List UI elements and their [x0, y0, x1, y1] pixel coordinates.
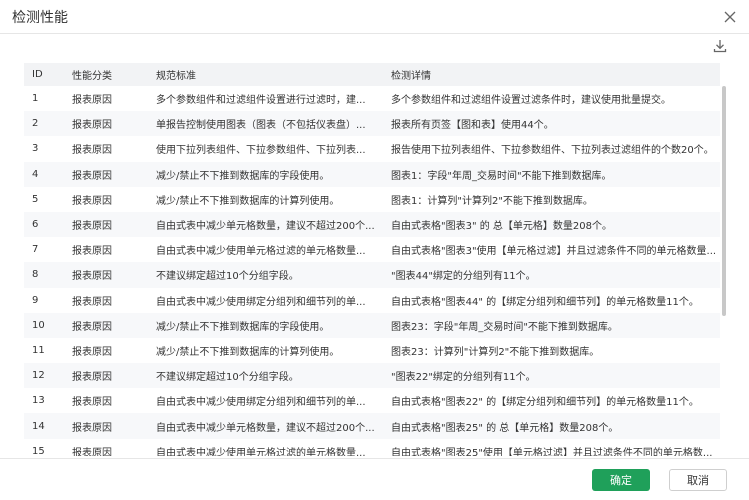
column-header-category: 性能分类	[72, 71, 112, 82]
table-row[interactable]: 8 报表原因 不建议绑定超过10个分组字段。 "图表44"绑定的分组列有11个。	[24, 262, 720, 288]
cell-detail: 自由式表格"图表25" 的 总【单元格】数量208个。	[391, 422, 619, 434]
cell-standard: 使用下拉列表组件、下拉参数组件、下拉列表...	[156, 145, 366, 157]
cell-id: 9	[32, 294, 39, 306]
cell-standard: 自由式表中减少使用单元格过滤的单元格数量...	[156, 246, 366, 258]
table-header-row: ID 性能分类 规范标准 检测详情	[24, 63, 720, 86]
cell-category: 报表原因	[72, 422, 112, 434]
cell-id: 4	[32, 168, 39, 180]
dialog-title: 检测性能	[12, 10, 68, 26]
cell-detail: 自由式表格"图表44" 的【绑定分组列和细节列】的单元格数量11个。	[391, 296, 699, 308]
dialog-footer: 确定 取消	[0, 458, 749, 500]
cell-standard: 自由式表中减少使用绑定分组列和细节列的单...	[156, 397, 366, 409]
cell-category: 报表原因	[72, 246, 112, 258]
cell-standard: 减少/禁止不下推到数据库的字段使用。	[156, 321, 330, 333]
cell-detail: 多个参数组件和过滤组件设置过滤条件时，建议使用批量提交。	[391, 95, 671, 107]
table-row[interactable]: 2 报表原因 单报告控制使用图表（图表（不包括仪表盘）... 报表所有页签【图和表】使…	[24, 111, 720, 137]
table-row[interactable]: 15 报表原因 自由式表中减少使用单元格过滤的单元格数量... 自由式表格"图表25"…	[24, 439, 720, 456]
download-icon[interactable]	[710, 36, 730, 56]
column-header-standard: 规范标准	[156, 71, 196, 82]
table-row[interactable]: 5 报表原因 减少/禁止不下推到数据库的计算列使用。 图表1：计算列"计算列2"不能下…	[24, 187, 720, 212]
cell-category: 报表原因	[72, 296, 112, 308]
cell-category: 报表原因	[72, 95, 112, 107]
cell-category: 报表原因	[72, 397, 112, 409]
cell-detail: 报表所有页签【图和表】使用44个。	[391, 120, 554, 132]
cell-detail: 自由式表格"图表3" 的 总【单元格】数量208个。	[391, 221, 613, 233]
cell-detail: 图表1：字段"年周_交易时间"不能下推到数据库。	[391, 170, 612, 182]
cell-category: 报表原因	[72, 221, 112, 233]
cell-standard: 不建议绑定超过10个分组字段。	[156, 271, 299, 283]
table-row[interactable]: 14 报表原因 自由式表中减少单元格数量，建议不超过200个... 自由式表格"图表2…	[24, 413, 720, 439]
table-row[interactable]: 11 报表原因 减少/禁止不下推到数据库的计算列使用。 图表23：计算列"计算列2"不…	[24, 338, 720, 363]
table-row[interactable]: 1 报表原因 多个参数组件和过滤组件设置进行过滤时，建... 多个参数组件和过滤组件设…	[24, 86, 720, 111]
table-row[interactable]: 9 报表原因 自由式表中减少使用绑定分组列和细节列的单... 自由式表格"图表44" …	[24, 288, 720, 313]
cell-detail: 自由式表格"图表22" 的【绑定分组列和细节列】的单元格数量11个。	[391, 397, 699, 409]
cell-standard: 自由式表中减少单元格数量，建议不超过200个...	[156, 422, 375, 434]
cell-category: 报表原因	[72, 195, 112, 207]
cell-detail: "图表44"绑定的分组列有11个。	[391, 271, 536, 283]
cell-detail: 自由式表格"图表3"使用【单元格过滤】并且过滤条件不同的单元格数量...	[391, 246, 717, 258]
cell-category: 报表原因	[72, 271, 112, 283]
table-row[interactable]: 4 报表原因 减少/禁止不下推到数据库的字段使用。 图表1：字段"年周_交易时间"不能…	[24, 161, 720, 187]
table-row[interactable]: 3 报表原因 使用下拉列表组件、下拉参数组件、下拉列表... 报告使用下拉列表组件、下…	[24, 136, 720, 161]
confirm-button[interactable]: 确定	[592, 469, 650, 491]
cell-id: 12	[32, 370, 45, 382]
cell-detail: 图表23：计算列"计算列2"不能下推到数据库。	[391, 346, 600, 358]
table-row[interactable]: 10 报表原因 减少/禁止不下推到数据库的字段使用。 图表23：字段"年周_交易时间"…	[24, 312, 720, 338]
cell-id: 8	[32, 269, 39, 281]
cell-id: 10	[32, 319, 45, 331]
cell-standard: 自由式表中减少单元格数量，建议不超过200个...	[156, 221, 375, 233]
table-scrollbar[interactable]	[722, 86, 726, 316]
cell-id: 5	[32, 193, 39, 205]
cell-detail: 图表23：字段"年周_交易时间"不能下推到数据库。	[391, 321, 618, 333]
cell-detail: "图表22"绑定的分组列有11个。	[391, 372, 536, 384]
cell-standard: 减少/禁止不下推到数据库的字段使用。	[156, 170, 330, 182]
cell-id: 7	[32, 244, 39, 256]
cell-id: 13	[32, 395, 45, 407]
cell-category: 报表原因	[72, 145, 112, 157]
table-row[interactable]: 12 报表原因 不建议绑定超过10个分组字段。 "图表22"绑定的分组列有11个。	[24, 363, 720, 389]
cell-id: 14	[32, 420, 45, 432]
cell-category: 报表原因	[72, 120, 112, 132]
cell-id: 6	[32, 219, 39, 231]
cell-category: 报表原因	[72, 346, 112, 358]
cell-id: 3	[32, 143, 39, 155]
cell-id: 15	[32, 445, 45, 456]
column-header-detail: 检测详情	[391, 71, 431, 82]
table-row[interactable]: 6 报表原因 自由式表中减少单元格数量，建议不超过200个... 自由式表格"图表3"…	[24, 211, 720, 238]
table-row[interactable]: 7 报表原因 自由式表中减少使用单元格过滤的单元格数量... 自由式表格"图表3"使用…	[24, 237, 720, 262]
table-row[interactable]: 13 报表原因 自由式表中减少使用绑定分组列和细节列的单... 自由式表格"图表22"…	[24, 388, 720, 413]
performance-table: ID 性能分类 规范标准 检测详情 1 报表原因 多个参数组件和过滤组件设置进行过滤…	[24, 63, 727, 456]
cell-standard: 减少/禁止不下推到数据库的计算列使用。	[156, 195, 340, 207]
cell-standard: 自由式表中减少使用绑定分组列和细节列的单...	[156, 296, 366, 308]
cell-standard: 自由式表中减少使用单元格过滤的单元格数量...	[156, 447, 366, 456]
cancel-button[interactable]: 取消	[669, 469, 727, 491]
cell-standard: 单报告控制使用图表（图表（不包括仪表盘）...	[156, 120, 366, 132]
cell-detail: 图表1：计算列"计算列2"不能下推到数据库。	[391, 195, 593, 207]
cell-standard: 多个参数组件和过滤组件设置进行过滤时，建...	[156, 95, 366, 107]
cell-detail: 报告使用下拉列表组件、下拉参数组件、下拉列表过滤组件的个数20个。	[391, 145, 714, 157]
cell-category: 报表原因	[72, 321, 112, 333]
cell-id: 1	[32, 93, 39, 105]
column-header-id: ID	[32, 69, 43, 80]
cell-standard: 减少/禁止不下推到数据库的计算列使用。	[156, 346, 340, 358]
close-icon[interactable]	[719, 6, 741, 28]
cell-category: 报表原因	[72, 170, 112, 182]
cell-id: 2	[32, 118, 39, 130]
cell-standard: 不建议绑定超过10个分组字段。	[156, 372, 299, 384]
cell-detail: 自由式表格"图表25"使用【单元格过滤】并且过滤条件不同的单元格数...	[391, 447, 713, 456]
cell-category: 报表原因	[72, 372, 112, 384]
dialog-header: 检测性能	[0, 0, 749, 34]
cell-category: 报表原因	[72, 447, 112, 456]
cell-id: 11	[32, 344, 45, 356]
